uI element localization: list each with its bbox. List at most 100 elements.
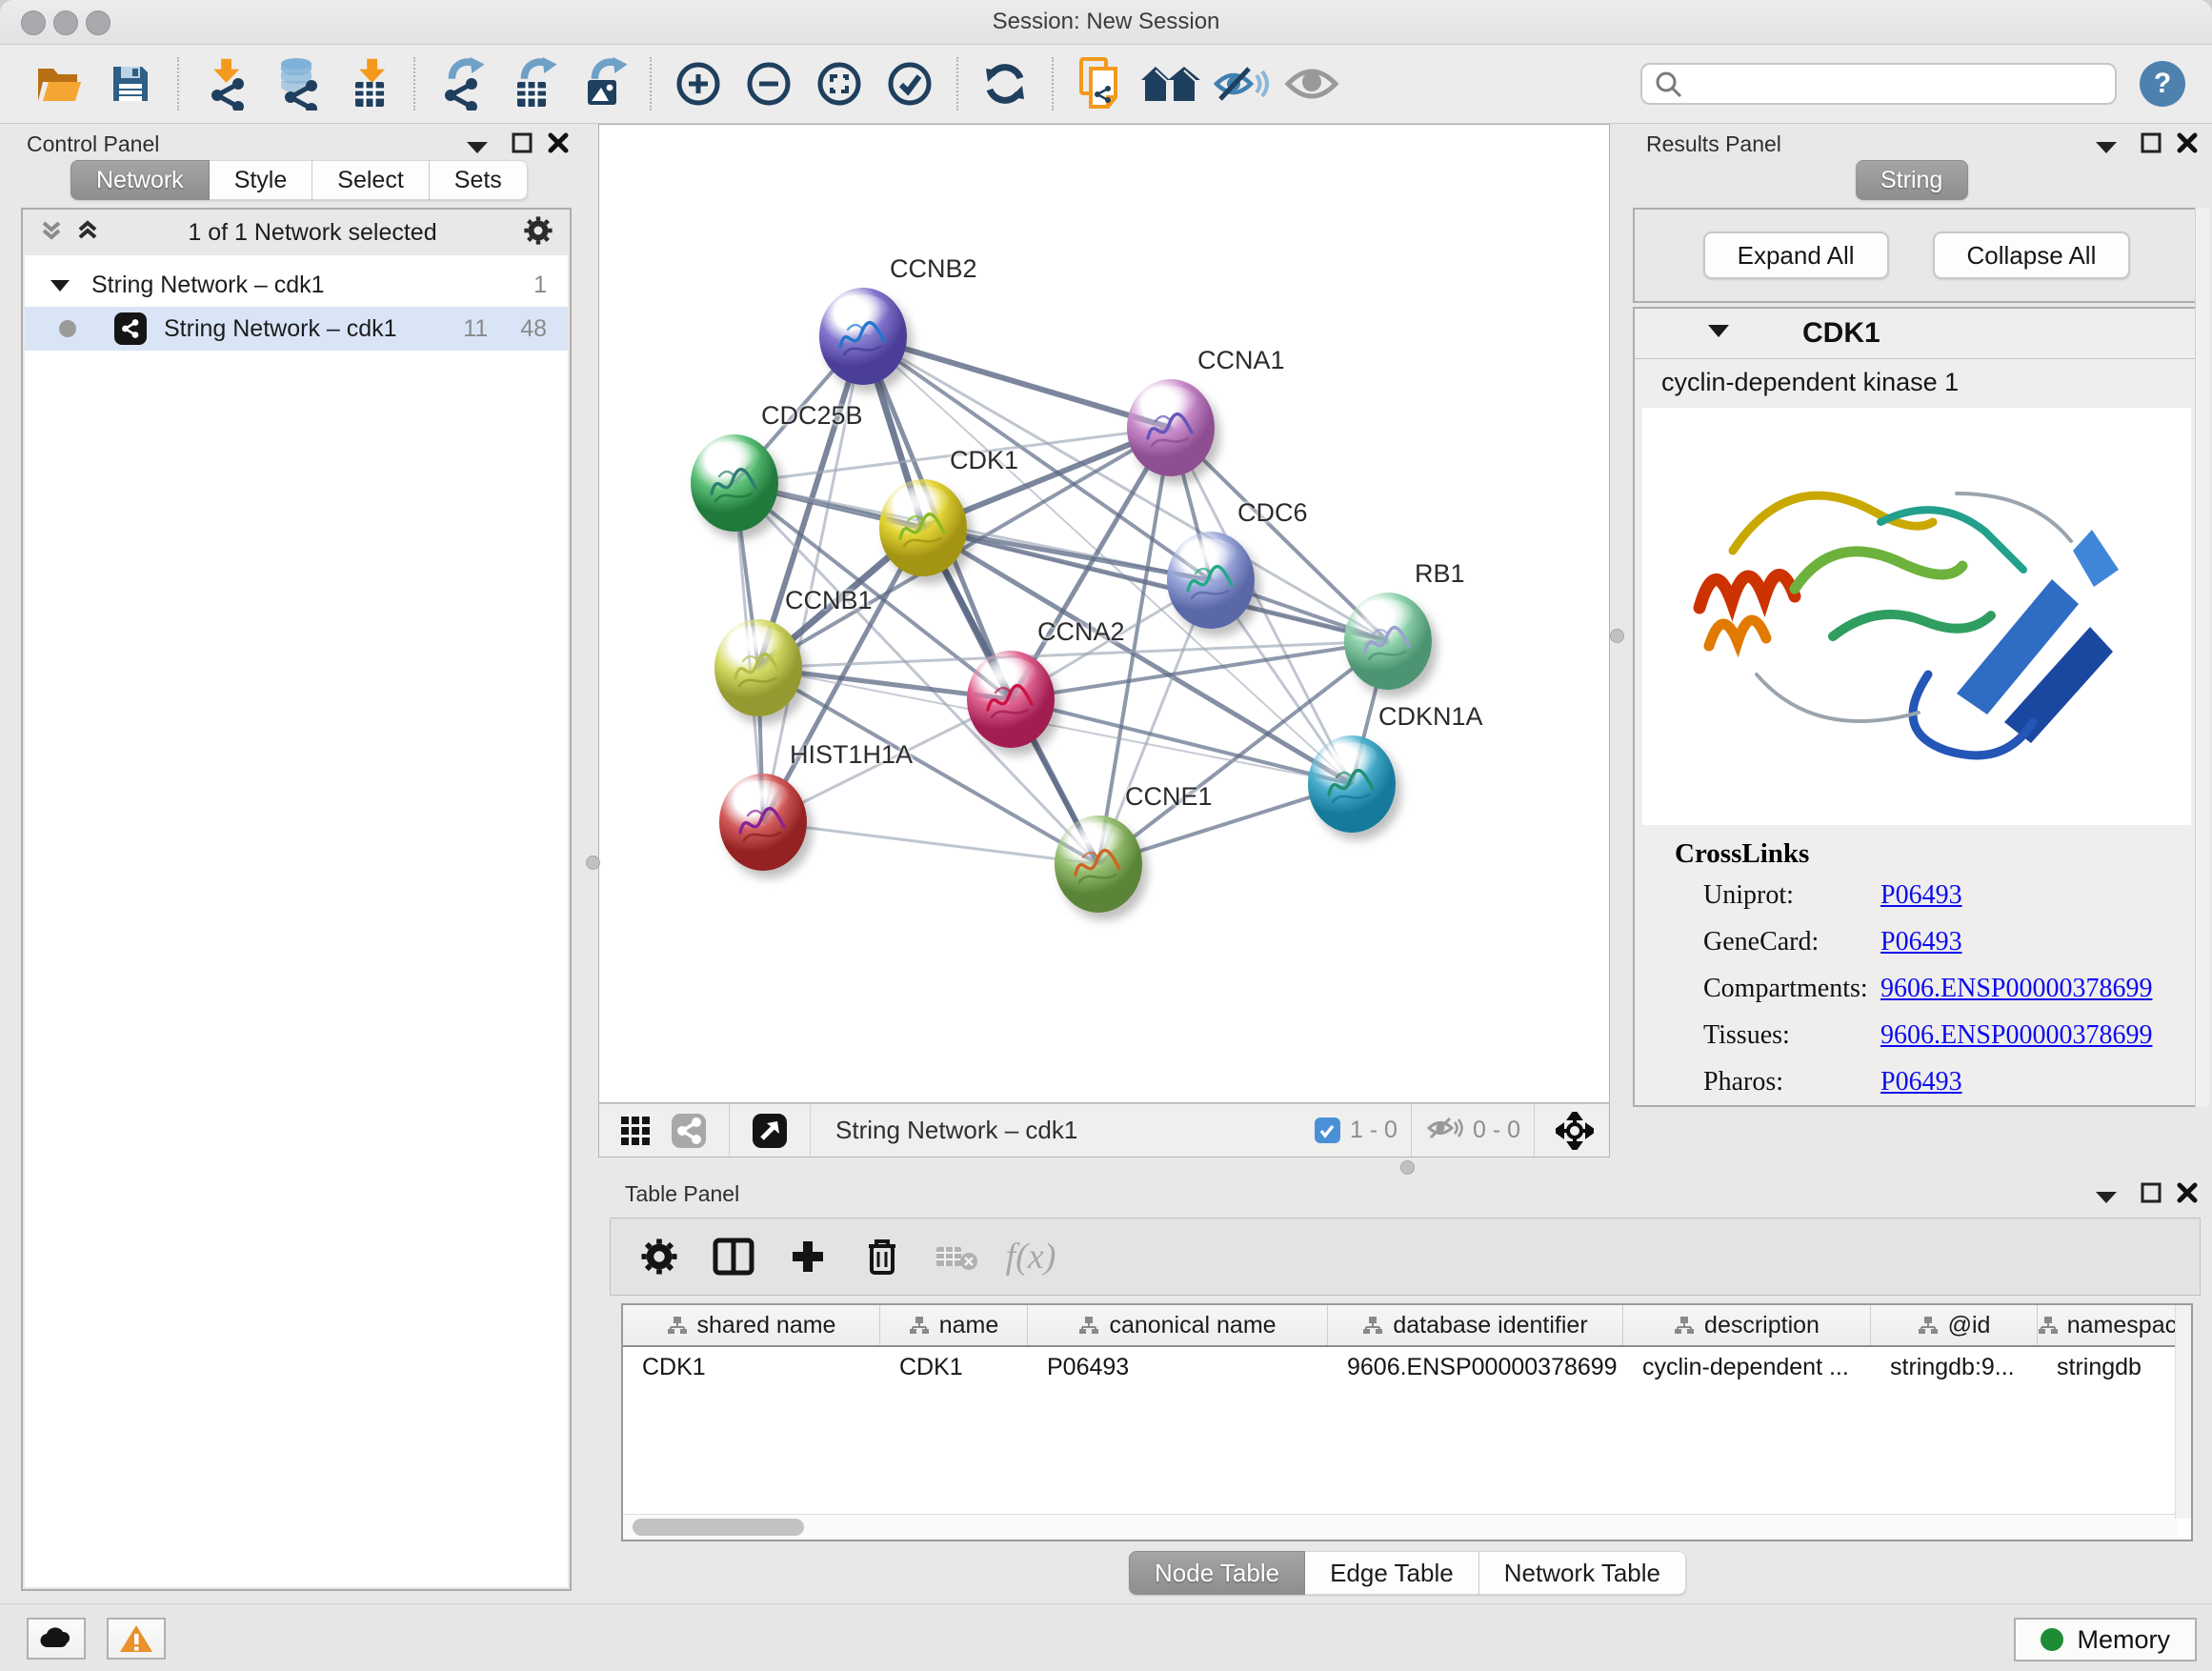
import-network-database-icon[interactable]: [261, 53, 332, 114]
tab-network-table[interactable]: Network Table: [1479, 1551, 1686, 1595]
network-edge[interactable]: [763, 822, 1098, 864]
splitter-handle[interactable]: [586, 856, 600, 870]
column-header-namespace[interactable]: namespace: [2038, 1305, 2191, 1345]
collapse-all-networks-icon[interactable]: [38, 217, 65, 249]
cloud-button[interactable]: [27, 1618, 86, 1660]
crosslink-link[interactable]: P06493: [1880, 1067, 1962, 1097]
network-row[interactable]: String Network – cdk1 11 48: [25, 307, 568, 351]
network-collection-row[interactable]: String Network – cdk1 1: [25, 263, 568, 307]
column-header-shared-name[interactable]: shared name: [623, 1305, 880, 1345]
results-panel-close-icon[interactable]: [2176, 131, 2199, 159]
control-panel-menu-icon[interactable]: [465, 139, 490, 159]
tree-expander-icon[interactable]: [50, 272, 70, 299]
hidden-eye-icon[interactable]: [1425, 1114, 1463, 1147]
tab-network[interactable]: Network: [70, 160, 210, 200]
hide-selected-icon[interactable]: [1206, 53, 1277, 114]
table-cell[interactable]: CDK1: [880, 1347, 1028, 1387]
table-horizontal-scrollbar[interactable]: [623, 1514, 2178, 1540]
splitter-handle[interactable]: [1400, 1160, 1415, 1175]
crosslink-link[interactable]: P06493: [1880, 927, 1962, 957]
splitter-handle[interactable]: [1610, 629, 1624, 643]
column-header-name[interactable]: name: [880, 1305, 1028, 1345]
network-node-CDKN1A[interactable]: [1308, 735, 1396, 833]
crosslink-link[interactable]: 9606.ENSP00000378699: [1880, 1020, 2152, 1051]
network-node-CDK1[interactable]: [879, 479, 967, 576]
table-panel-menu-icon[interactable]: [2094, 1189, 2119, 1209]
tab-edge-table[interactable]: Edge Table: [1305, 1551, 1479, 1595]
network-node-CDC25B[interactable]: [691, 434, 778, 532]
table-cell[interactable]: stringdb: [2038, 1347, 2191, 1387]
import-table-file-icon[interactable]: [332, 53, 402, 114]
results-panel-menu-icon[interactable]: [2094, 139, 2119, 159]
zoom-selected-icon[interactable]: [875, 53, 945, 114]
network-node-CCNB2[interactable]: [819, 288, 907, 385]
network-node-CCNE1[interactable]: [1055, 815, 1142, 913]
table-cell[interactable]: CDK1: [623, 1347, 880, 1387]
results-tab-string[interactable]: String: [1856, 160, 1968, 200]
tab-select[interactable]: Select: [312, 160, 429, 200]
export-image-icon[interactable]: [568, 53, 638, 114]
table-cell[interactable]: 9606.ENSP00000378699: [1328, 1347, 1623, 1387]
pan-crosshair-icon[interactable]: [1548, 1104, 1601, 1157]
table-cell[interactable]: P06493: [1028, 1347, 1328, 1387]
column-header-canonical-name[interactable]: canonical name: [1028, 1305, 1328, 1345]
new-network-from-selection-icon[interactable]: [1065, 53, 1136, 114]
network-view-canvas[interactable]: CCNB2 CCNA1 CDC25B CDK1: [598, 124, 1610, 1103]
network-edge[interactable]: [863, 336, 1171, 428]
help-button[interactable]: ?: [2140, 61, 2185, 107]
results-scrollbar[interactable]: [2195, 208, 2209, 1107]
network-node-CDC6[interactable]: [1167, 532, 1255, 629]
string-style-icon[interactable]: [662, 1104, 715, 1157]
tab-node-table[interactable]: Node Table: [1129, 1551, 1305, 1595]
crosslink-link[interactable]: P06493: [1880, 880, 1962, 911]
refresh-layout-icon[interactable]: [970, 53, 1040, 114]
table-panel-close-icon[interactable]: [2176, 1181, 2199, 1209]
column-header-database-identifier[interactable]: database identifier: [1328, 1305, 1623, 1345]
export-table-icon[interactable]: [497, 53, 568, 114]
results-panel-float-icon[interactable]: [2140, 131, 2162, 159]
scrollbar-thumb[interactable]: [633, 1519, 804, 1536]
selected-checkbox-icon[interactable]: [1315, 1117, 1340, 1143]
delete-column-icon[interactable]: [845, 1218, 919, 1295]
network-node-CCNB1[interactable]: [714, 619, 802, 716]
zoom-fit-icon[interactable]: [804, 53, 875, 114]
network-options-gear-icon[interactable]: [524, 216, 553, 250]
table-cell[interactable]: cyclin-dependent ...: [1623, 1347, 1871, 1387]
table-cell[interactable]: stringdb:9...: [1871, 1347, 2038, 1387]
crosslink-link[interactable]: 9606.ENSP00000378699: [1880, 974, 2152, 1004]
table-row[interactable]: CDK1CDK1P064939606.ENSP00000378699cyclin…: [623, 1347, 2191, 1387]
column-header-@id[interactable]: @id: [1871, 1305, 2038, 1345]
gene-expander-icon[interactable]: [1707, 324, 1730, 343]
zoom-out-icon[interactable]: [734, 53, 804, 114]
zoom-in-icon[interactable]: [663, 53, 734, 114]
save-session-icon[interactable]: [95, 53, 166, 114]
control-panel-close-icon[interactable]: [547, 131, 570, 159]
warnings-button[interactable]: [107, 1618, 166, 1660]
table-panel-float-icon[interactable]: [2140, 1181, 2162, 1209]
table-settings-gear-icon[interactable]: [622, 1218, 696, 1295]
network-node-HIST1H1A[interactable]: [719, 774, 807, 871]
collapse-all-button[interactable]: Collapse All: [1933, 232, 2131, 279]
show-columns-icon[interactable]: [696, 1218, 771, 1295]
network-node-CCNA1[interactable]: [1127, 379, 1215, 476]
network-node-RB1[interactable]: [1344, 593, 1432, 690]
import-network-file-icon[interactable]: [191, 53, 261, 114]
search-input[interactable]: [1640, 63, 2117, 105]
show-all-icon[interactable]: [1277, 53, 1347, 114]
birds-eye-view-icon[interactable]: [743, 1104, 796, 1157]
table-vertical-scrollbar[interactable]: [2175, 1305, 2191, 1519]
tab-style[interactable]: Style: [210, 160, 313, 200]
network-edge[interactable]: [923, 528, 1388, 641]
open-file-icon[interactable]: [25, 53, 95, 114]
column-header-description[interactable]: description: [1623, 1305, 1871, 1345]
gene-header-row[interactable]: CDK1: [1635, 309, 2199, 359]
control-panel-float-icon[interactable]: [511, 131, 533, 159]
tab-sets[interactable]: Sets: [430, 160, 528, 200]
memory-button[interactable]: Memory: [2014, 1618, 2197, 1661]
grid-view-icon[interactable]: [609, 1104, 662, 1157]
export-network-icon[interactable]: [427, 53, 497, 114]
expand-all-networks-icon[interactable]: [74, 217, 101, 249]
add-column-icon[interactable]: [771, 1218, 845, 1295]
expand-all-button[interactable]: Expand All: [1703, 232, 1889, 279]
network-node-CCNA2[interactable]: [967, 651, 1055, 748]
